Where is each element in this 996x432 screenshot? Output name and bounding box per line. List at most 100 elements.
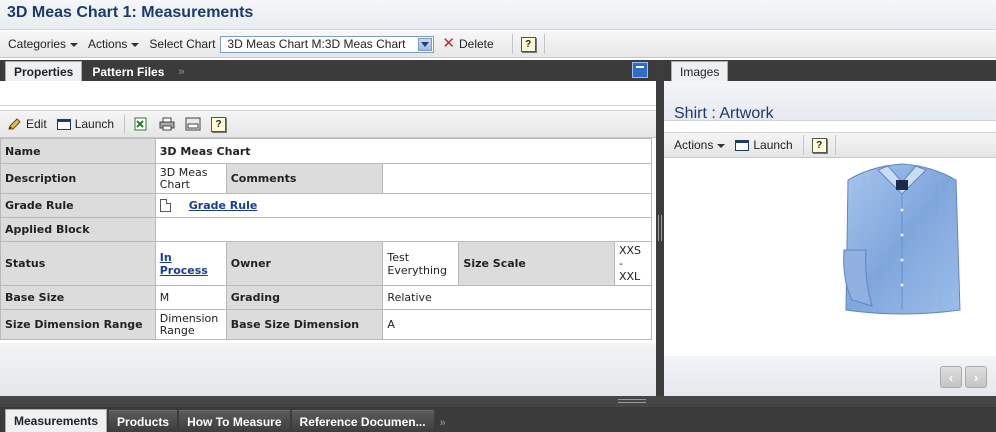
size-dimension-range-value: Dimension Range (154, 309, 227, 340)
tab-products[interactable]: Products (109, 410, 178, 432)
maximize-icon[interactable] (632, 62, 648, 78)
window-icon (735, 139, 750, 151)
images-launch-button[interactable]: Launch (735, 138, 793, 152)
grade-rule-link[interactable]: Grade Rule (189, 199, 258, 212)
page-title: 3D Meas Chart 1: Measurements (7, 4, 254, 21)
splitter-grip-icon (618, 399, 646, 403)
launch-label: Launch (74, 117, 115, 131)
tab-measurements[interactable]: Measurements (5, 409, 108, 432)
images-actions-label: Actions (674, 138, 714, 152)
grade-rule-label: Grade Rule (0, 193, 156, 218)
toolbar-divider (543, 34, 545, 54)
next-image-button[interactable]: › (965, 366, 987, 388)
toolbar-divider (802, 135, 804, 155)
base-size-label: Base Size (0, 285, 156, 310)
help-icon[interactable]: ? (211, 116, 227, 132)
help-icon[interactable]: ? (520, 36, 536, 52)
table-row: Applied Block (0, 217, 653, 242)
toolbar-divider (124, 114, 126, 134)
left-tab-bar: Properties Pattern Files » (0, 60, 656, 81)
owner-value: Test Everything (382, 241, 460, 286)
properties-panel: Properties Pattern Files » Edit Launch ?… (0, 60, 656, 396)
applied-block-label: Applied Block (0, 217, 156, 242)
delete-x-icon: ✕ (442, 35, 455, 52)
images-actions-menu[interactable]: Actions (674, 138, 726, 152)
select-chart-label: Select Chart (149, 37, 216, 51)
title-bar: 3D Meas Chart 1: Measurements (0, 0, 996, 30)
chevron-down-icon (131, 42, 140, 47)
images-panel: Images Shirt : Artwork Actions Launch ? (664, 60, 996, 396)
help-icon[interactable]: ? (811, 137, 827, 153)
description-label: Description (0, 163, 156, 194)
table-row: Description 3D Meas Chart Comments (0, 163, 652, 194)
edit-label: Edit (26, 117, 47, 131)
delete-label: Delete (459, 37, 494, 51)
tab-pattern-files[interactable]: Pattern Files (84, 62, 172, 81)
bottom-tab-bar: Measurements Products How To Measure Ref… (0, 407, 996, 432)
comments-value (382, 163, 652, 194)
table-row: Base Size M Grading Relative (0, 285, 652, 310)
grade-rule-cell: Grade Rule (154, 193, 653, 218)
grading-label: Grading (225, 285, 384, 310)
dropdown-arrow-icon[interactable] (418, 37, 433, 51)
more-tabs-icon[interactable]: » (178, 66, 184, 78)
blank-header-row (0, 81, 656, 106)
properties-toolbar: Edit Launch ? (0, 110, 656, 138)
actions-menu[interactable]: Actions (88, 37, 140, 51)
grading-value: Relative (382, 285, 652, 310)
base-size-dimension-label: Base Size Dimension (225, 309, 384, 340)
more-tabs-icon[interactable]: » (440, 417, 446, 429)
launch-button[interactable]: Launch (56, 117, 115, 131)
actions-label: Actions (88, 37, 128, 51)
comments-label: Comments (225, 163, 384, 194)
toolbar-divider (834, 135, 836, 155)
select-chart-value: 3D Meas Chart M:3D Meas Chart (227, 37, 406, 51)
tab-properties[interactable]: Properties (5, 61, 83, 81)
table-row: Status In Process Owner Test Everything … (0, 241, 653, 286)
select-chart-dropdown[interactable]: 3D Meas Chart M:3D Meas Chart (220, 35, 435, 53)
table-row: Name 3D Meas Chart (0, 138, 653, 164)
status-label: Status (0, 241, 156, 286)
name-label: Name (0, 138, 156, 164)
description-value: 3D Meas Chart (154, 163, 227, 194)
shirt-image[interactable] (842, 160, 962, 318)
document-icon (159, 199, 171, 213)
previous-image-button[interactable]: ‹ (940, 366, 962, 388)
images-launch-label: Launch (753, 138, 793, 152)
tab-images[interactable]: Images (671, 61, 729, 81)
tab-reference-documents[interactable]: Reference Documen... (291, 410, 434, 432)
name-value: 3D Meas Chart (154, 138, 653, 164)
tab-how-to-measure[interactable]: How To Measure (179, 410, 290, 432)
base-size-dimension-value: A (382, 309, 652, 340)
splitter-grip-icon (658, 215, 662, 241)
delete-button[interactable]: ✕ Delete (442, 35, 494, 52)
size-dimension-range-label: Size Dimension Range (0, 309, 156, 340)
status-cell: In Process (154, 241, 227, 286)
properties-table: Name 3D Meas Chart Description 3D Meas C… (0, 138, 653, 340)
excel-export-icon[interactable] (133, 117, 149, 131)
vertical-splitter[interactable] (656, 60, 664, 396)
url-icon[interactable] (185, 117, 201, 131)
table-row: Size Dimension Range Dimension Range Bas… (0, 309, 652, 340)
status-link[interactable]: In Process (160, 251, 208, 277)
image-title: Shirt : Artwork (674, 105, 774, 122)
table-row: Grade Rule Grade Rule (0, 193, 653, 218)
horizontal-splitter[interactable] (0, 396, 996, 407)
panel-background (0, 343, 656, 396)
toolbar-divider (511, 34, 513, 54)
images-toolbar: Actions Launch ? (664, 132, 996, 158)
categories-menu[interactable]: Categories (8, 37, 79, 51)
main-toolbar: Categories Actions Select Chart 3D Meas … (0, 31, 996, 58)
owner-label: Owner (225, 241, 384, 286)
base-size-value: M (154, 285, 227, 310)
chevron-down-icon (717, 143, 726, 148)
window-icon (56, 118, 71, 130)
applied-block-value (154, 217, 653, 242)
edit-button[interactable]: Edit (8, 117, 47, 131)
chevron-down-icon (70, 42, 79, 47)
size-scale-label: Size Scale (458, 241, 615, 286)
categories-label: Categories (8, 37, 67, 51)
print-icon[interactable] (159, 117, 175, 131)
pencil-icon (8, 118, 21, 130)
right-tab-bar: Images (664, 60, 996, 81)
